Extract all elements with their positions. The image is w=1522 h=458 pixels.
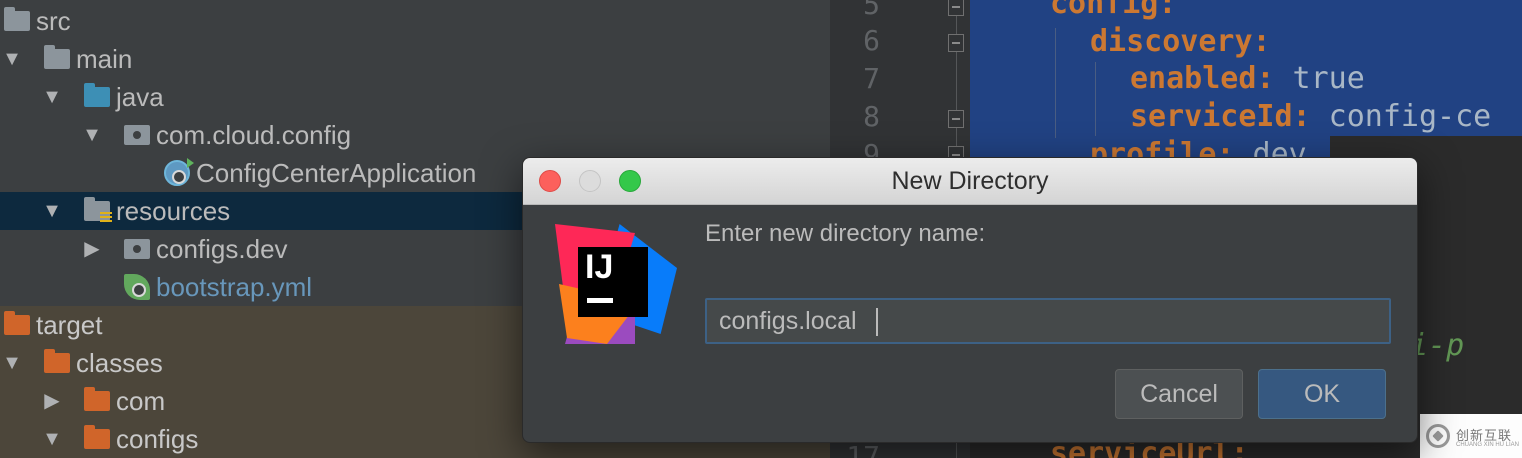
folder-icon <box>4 7 30 31</box>
source-folder-icon <box>84 83 110 107</box>
tree-item-label: bootstrap.yml <box>156 272 313 302</box>
watermark: 创新互联 CHUANG XIN HU LIAN <box>1420 414 1522 458</box>
tree-item-package[interactable]: ▼ com.cloud.config <box>0 116 830 154</box>
dialog-titlebar[interactable]: New Directory <box>523 158 1417 205</box>
watermark-logo-icon <box>1426 424 1450 448</box>
dialog-title: New Directory <box>891 167 1049 195</box>
tree-item-label: configs.dev <box>156 234 288 264</box>
intellij-logo-icon: IJ <box>555 224 677 346</box>
expand-arrow-icon[interactable]: ▼ <box>2 344 22 382</box>
line-number: 5 <box>863 0 880 21</box>
excluded-folder-icon <box>44 349 70 373</box>
directory-name-input[interactable] <box>705 298 1391 344</box>
spring-yml-icon <box>124 274 150 300</box>
collapse-arrow-icon[interactable]: ▶ <box>42 382 62 420</box>
tree-item-label: java <box>116 82 164 112</box>
code-line-8: serviceId: config-ce <box>1130 99 1492 134</box>
code-fragment: i-p <box>1410 328 1465 363</box>
tree-item-label: resources <box>116 196 231 226</box>
tree-item-label: configs <box>116 424 199 454</box>
power-icon <box>172 170 186 184</box>
tree-item-label: src <box>36 6 71 36</box>
code-line-6: discovery: <box>1090 24 1271 59</box>
excluded-folder-icon <box>84 425 110 449</box>
tree-item-label: target <box>36 310 103 340</box>
excluded-folder-icon <box>84 387 110 411</box>
excluded-folder-icon <box>4 311 30 335</box>
indent-guide <box>1055 28 1056 138</box>
expand-arrow-icon[interactable]: ▼ <box>2 40 22 78</box>
tree-item-main[interactable]: ▼ main <box>0 40 830 78</box>
fold-marker-icon[interactable] <box>948 0 964 16</box>
fold-marker-icon[interactable] <box>948 110 964 128</box>
new-directory-dialog: New Directory IJ Enter new directory nam… <box>522 157 1418 443</box>
tree-item-src[interactable]: src <box>0 2 830 40</box>
text-cursor <box>876 308 878 336</box>
watermark-subtext: CHUANG XIN HU LIAN <box>1456 442 1520 448</box>
line-number: 7 <box>863 62 880 95</box>
expand-arrow-icon[interactable]: ▼ <box>42 420 62 458</box>
expand-arrow-icon[interactable]: ▼ <box>42 192 62 230</box>
expand-arrow-icon[interactable]: ▼ <box>42 78 62 116</box>
cancel-button[interactable]: Cancel <box>1115 369 1243 419</box>
tree-item-label: main <box>76 44 133 74</box>
code-line-5: config: <box>1050 0 1177 21</box>
fold-marker-icon[interactable] <box>948 34 964 52</box>
tree-item-java[interactable]: ▼ java <box>0 78 830 116</box>
folder-icon <box>44 45 70 69</box>
package-icon <box>124 125 150 145</box>
line-number: 6 <box>863 24 880 57</box>
tree-item-label: com <box>116 386 166 416</box>
tree-item-label: classes <box>76 348 163 378</box>
code-line-7: enabled: true <box>1130 61 1365 96</box>
ok-button[interactable]: OK <box>1258 369 1386 419</box>
expand-arrow-icon[interactable]: ▼ <box>82 116 102 154</box>
tree-item-label: ConfigCenterApplication <box>196 158 477 188</box>
indent-guide <box>1095 62 1096 136</box>
power-icon <box>132 283 146 297</box>
logo-text: IJ <box>585 248 614 286</box>
package-icon <box>124 239 150 259</box>
line-number: 8 <box>863 100 880 133</box>
resources-folder-icon <box>84 197 112 224</box>
collapse-arrow-icon[interactable]: ▶ <box>82 230 102 268</box>
spring-boot-class-icon <box>164 158 194 186</box>
tree-item-label: com.cloud.config <box>156 120 352 150</box>
directory-name-label: Enter new directory name: <box>705 220 986 247</box>
